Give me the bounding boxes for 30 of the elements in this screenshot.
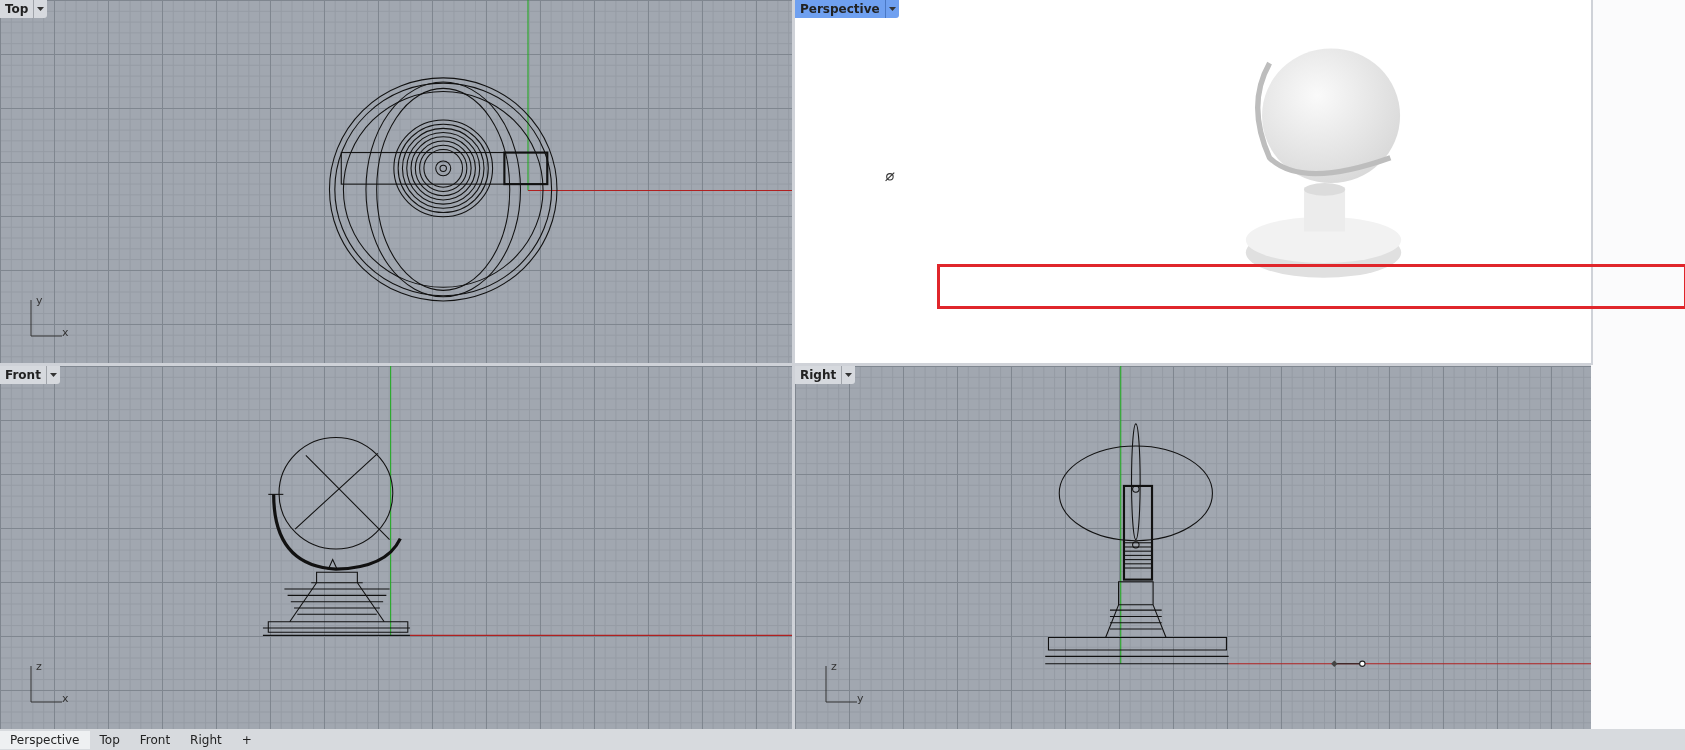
dropdown-button[interactable] — [884, 0, 899, 18]
dropdown-button[interactable] — [45, 366, 60, 384]
view-tab[interactable]: Top — [89, 731, 130, 749]
view-tab[interactable]: Front — [129, 731, 181, 749]
caret-icon — [845, 373, 853, 377]
rendered-viewport[interactable]: Perspective — [795, 0, 1591, 363]
caret-icon — [37, 7, 45, 11]
caret-icon — [888, 7, 896, 11]
wireframe-viewport[interactable]: Front z x — [0, 366, 792, 729]
caret-icon — [49, 373, 57, 377]
axis-label: x — [62, 692, 69, 705]
axis-icon — [30, 300, 62, 338]
axis-label: z — [831, 660, 837, 673]
axis-icon — [30, 666, 62, 704]
axis-icon — [825, 666, 857, 704]
axis-label: y — [36, 294, 43, 307]
viewport-label[interactable]: Top — [0, 0, 48, 18]
axis-label: z — [36, 660, 42, 673]
add-tab-button[interactable]: + — [231, 731, 262, 749]
view-tab[interactable]: Right — [180, 731, 232, 749]
cursor-icon — [885, 172, 895, 182]
view-tab[interactable]: Perspective — [0, 731, 90, 749]
wireframe-viewport[interactable]: Right z y — [795, 366, 1591, 729]
axis-label: x — [62, 326, 69, 339]
viewport-label[interactable]: Right — [795, 366, 856, 384]
control-point-icon — [1331, 660, 1366, 667]
viewport-label[interactable]: Perspective — [795, 0, 899, 18]
axis-label: y — [857, 692, 864, 705]
viewport-label[interactable]: Front — [0, 366, 60, 384]
wireframe-viewport[interactable]: Top y x — [0, 0, 792, 363]
